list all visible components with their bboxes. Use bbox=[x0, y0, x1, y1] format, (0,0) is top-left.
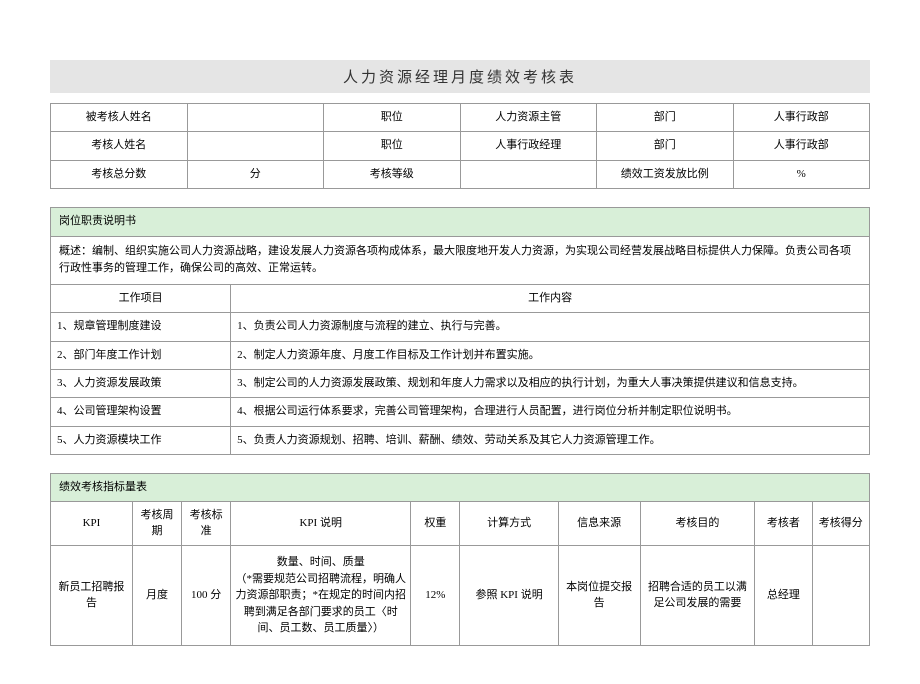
job-item-proj: 1、规章管理制度建设 bbox=[51, 313, 231, 341]
kpi-col-assessor: 考核者 bbox=[755, 502, 812, 546]
job-overview: 概述：编制、组织实施公司人力资源战略，建设发展人力资源各项构成体系，最大限度地开… bbox=[51, 236, 870, 284]
job-item-content: 5、负责人力资源规划、招聘、培训、薪酬、绩效、劳动关系及其它人力资源管理工作。 bbox=[231, 426, 870, 454]
job-item-content: 2、制定人力资源年度、月度工作目标及工作计划并布置实施。 bbox=[231, 341, 870, 369]
value-total-score: 分 bbox=[187, 160, 324, 188]
value-position-2: 人事行政经理 bbox=[460, 132, 597, 160]
value-department-2: 人事行政部 bbox=[733, 132, 870, 160]
kpi-col-kpi: KPI bbox=[51, 502, 133, 546]
job-item-proj: 2、部门年度工作计划 bbox=[51, 341, 231, 369]
label-assessee-name: 被考核人姓名 bbox=[51, 104, 188, 132]
basic-info-table: 被考核人姓名 职位 人力资源主管 部门 人事行政部 考核人姓名 职位 人事行政经… bbox=[50, 103, 870, 189]
value-department: 人事行政部 bbox=[733, 104, 870, 132]
table-row: 被考核人姓名 职位 人力资源主管 部门 人事行政部 bbox=[51, 104, 870, 132]
kpi-col-period: 考核周期 bbox=[132, 502, 181, 546]
label-department: 部门 bbox=[597, 104, 734, 132]
label-position: 职位 bbox=[324, 104, 461, 132]
kpi-cell-assessor: 总经理 bbox=[755, 546, 812, 646]
kpi-cell-name: 新员工招聘报告 bbox=[51, 546, 133, 646]
value-assessor-name bbox=[187, 132, 324, 160]
label-position-2: 职位 bbox=[324, 132, 461, 160]
job-item-proj: 5、人力资源模块工作 bbox=[51, 426, 231, 454]
col-project: 工作项目 bbox=[51, 284, 231, 312]
page-title: 人力资源经理月度绩效考核表 bbox=[50, 60, 870, 93]
kpi-cell-source: 本岗位提交报告 bbox=[558, 546, 640, 646]
label-assessor-name: 考核人姓名 bbox=[51, 132, 188, 160]
value-position: 人力资源主管 bbox=[460, 104, 597, 132]
section-header-job: 岗位职责说明书 bbox=[51, 208, 870, 236]
col-content: 工作内容 bbox=[231, 284, 870, 312]
job-description-table: 岗位职责说明书 概述：编制、组织实施公司人力资源战略，建设发展人力资源各项构成体… bbox=[50, 207, 870, 455]
kpi-cell-desc: 数量、时间、质量 （*需要规范公司招聘流程，明确人力资源部职责；*在规定的时间内… bbox=[231, 546, 411, 646]
kpi-row: 新员工招聘报告 月度 100 分 数量、时间、质量 （*需要规范公司招聘流程，明… bbox=[51, 546, 870, 646]
kpi-col-standard: 考核标准 bbox=[182, 502, 231, 546]
label-total-score: 考核总分数 bbox=[51, 160, 188, 188]
kpi-cell-calc: 参照 KPI 说明 bbox=[460, 546, 558, 646]
kpi-col-desc: KPI 说明 bbox=[231, 502, 411, 546]
job-item-proj: 3、人力资源发展政策 bbox=[51, 369, 231, 397]
kpi-cell-purpose: 招聘合适的员工以满足公司发展的需要 bbox=[640, 546, 755, 646]
job-item-proj: 4、公司管理架构设置 bbox=[51, 398, 231, 426]
job-item-content: 1、负责公司人力资源制度与流程的建立、执行与完善。 bbox=[231, 313, 870, 341]
kpi-cell-period: 月度 bbox=[132, 546, 181, 646]
kpi-col-weight: 权重 bbox=[411, 502, 460, 546]
job-item-content: 3、制定公司的人力资源发展政策、规划和年度人力需求以及相应的执行计划，为重大人事… bbox=[231, 369, 870, 397]
label-grade: 考核等级 bbox=[324, 160, 461, 188]
label-department-2: 部门 bbox=[597, 132, 734, 160]
kpi-col-score: 考核得分 bbox=[812, 502, 869, 546]
value-assessee-name bbox=[187, 104, 324, 132]
label-pay-ratio: 绩效工资发放比例 bbox=[597, 160, 734, 188]
kpi-col-calc: 计算方式 bbox=[460, 502, 558, 546]
value-grade bbox=[460, 160, 597, 188]
job-item-content: 4、根据公司运行体系要求，完善公司管理架构，合理进行人员配置，进行岗位分析并制定… bbox=[231, 398, 870, 426]
kpi-cell-score bbox=[812, 546, 869, 646]
table-row: 考核人姓名 职位 人事行政经理 部门 人事行政部 bbox=[51, 132, 870, 160]
table-row: 考核总分数 分 考核等级 绩效工资发放比例 % bbox=[51, 160, 870, 188]
kpi-cell-standard: 100 分 bbox=[182, 546, 231, 646]
section-header-kpi: 绩效考核指标量表 bbox=[51, 474, 870, 502]
value-pay-ratio: % bbox=[733, 160, 870, 188]
kpi-metrics-table: 绩效考核指标量表 KPI 考核周期 考核标准 KPI 说明 权重 计算方式 信息… bbox=[50, 473, 870, 646]
kpi-cell-weight: 12% bbox=[411, 546, 460, 646]
kpi-col-source: 信息来源 bbox=[558, 502, 640, 546]
kpi-col-purpose: 考核目的 bbox=[640, 502, 755, 546]
